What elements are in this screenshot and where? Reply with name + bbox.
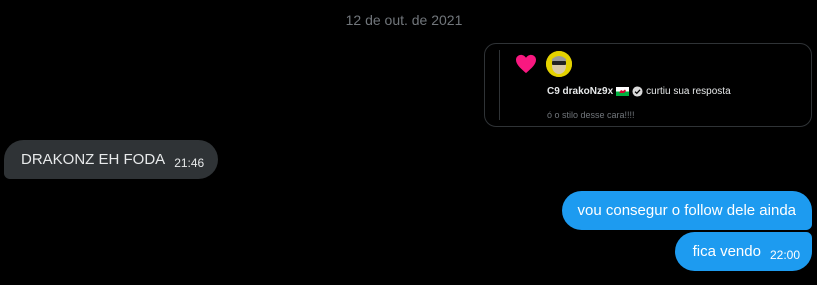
card-header: C9 drakoNz9x curtiu sua resposta xyxy=(547,86,731,97)
message-text: vou consegur o follow dele ainda xyxy=(577,202,796,219)
message-time: 22:00 xyxy=(769,247,800,262)
wales-flag-icon xyxy=(616,87,630,96)
card-reply-text: ó o stilo desse cara!!!! xyxy=(547,110,635,120)
avatar-image xyxy=(546,51,572,77)
message-text: fica vendo xyxy=(692,243,761,260)
message-bubble-incoming[interactable]: DRAKONZ EH FODA 21:46 xyxy=(4,140,219,179)
heart-icon xyxy=(516,54,536,74)
card-divider xyxy=(499,50,500,120)
message-bubble-outgoing[interactable]: vou consegur o follow dele ainda xyxy=(561,191,812,230)
shared-notification-card[interactable]: C9 drakoNz9x curtiu sua resposta ó o sti… xyxy=(484,43,812,127)
avatar[interactable] xyxy=(546,51,572,77)
verified-icon xyxy=(632,86,643,97)
card-action-text: curtiu sua resposta xyxy=(646,86,731,97)
message-time: 21:46 xyxy=(174,155,205,170)
message-bubble-outgoing[interactable]: fica vendo 22:00 xyxy=(674,232,812,271)
card-username[interactable]: C9 drakoNz9x xyxy=(547,86,613,97)
date-separator: 12 de out. de 2021 xyxy=(345,12,463,28)
message-text: DRAKONZ EH FODA xyxy=(21,151,166,168)
